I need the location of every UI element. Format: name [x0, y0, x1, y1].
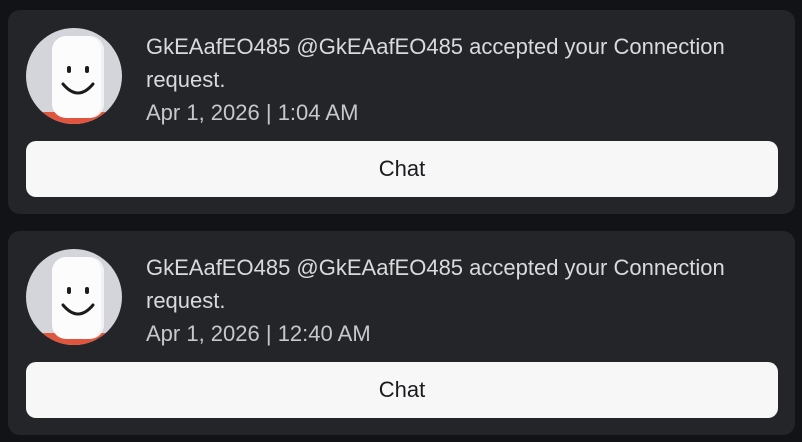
notification-text: GkEAafEO485 @GkEAafEO485 accepted your C… — [146, 30, 786, 130]
notification-message: GkEAafEO485 @GkEAafEO485 accepted your C… — [146, 34, 725, 92]
chat-button[interactable]: Chat — [26, 362, 778, 418]
notification-list: GkEAafEO485 @GkEAafEO485 accepted your C… — [0, 0, 802, 442]
notification-message: GkEAafEO485 @GkEAafEO485 accepted your C… — [146, 255, 725, 313]
notification-timestamp: Apr 1, 2026 | 12:40 AM — [146, 321, 371, 346]
user-avatar[interactable] — [26, 249, 122, 345]
notification-card: GkEAafEO485 @GkEAafEO485 accepted your C… — [8, 231, 795, 435]
chat-button[interactable]: Chat — [26, 141, 778, 197]
smiley-face-icon — [61, 66, 95, 95]
notification-timestamp: Apr 1, 2026 | 1:04 AM — [146, 100, 359, 125]
notification-text: GkEAafEO485 @GkEAafEO485 accepted your C… — [146, 251, 786, 351]
user-avatar[interactable] — [26, 28, 122, 124]
smiley-face-icon — [61, 287, 95, 316]
notification-card: GkEAafEO485 @GkEAafEO485 accepted your C… — [8, 10, 795, 214]
